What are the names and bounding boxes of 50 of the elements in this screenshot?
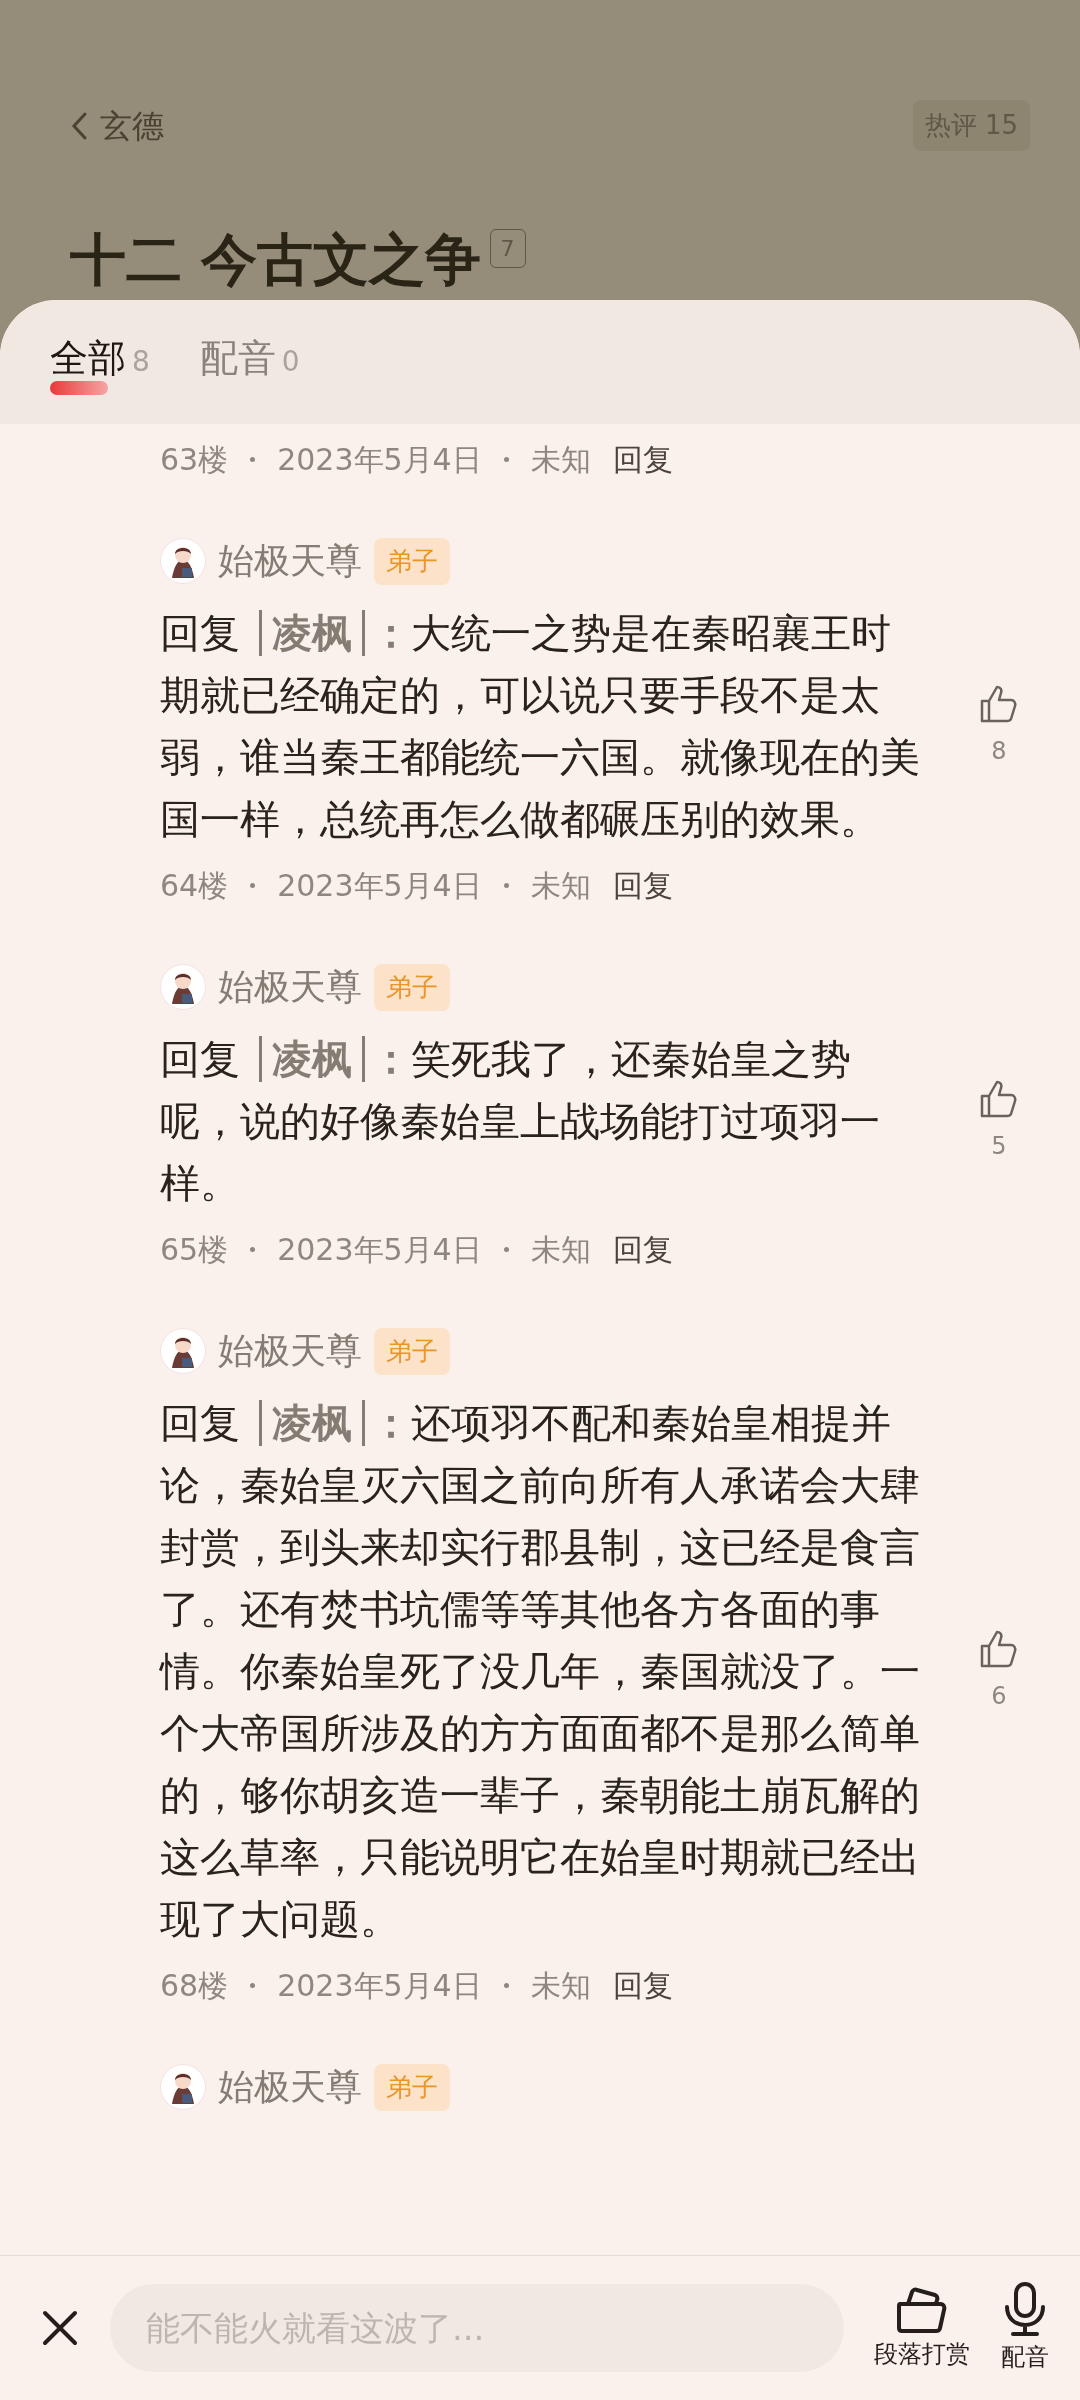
- avatar[interactable]: [160, 538, 206, 584]
- comment-text: 回复 凌枫 ：笑死我了，还秦始皇之势呢，说的好像秦始皇上战场能打过项羽一样。: [160, 1035, 881, 1208]
- location-text: 未知: [530, 866, 591, 905]
- reward-button[interactable]: 段落打赏: [874, 2284, 970, 2372]
- tab[interactable]: 配音 0: [199, 329, 300, 395]
- tab[interactable]: 全部 8: [50, 329, 150, 395]
- username[interactable]: 始极天尊: [218, 2060, 362, 2114]
- comment-text: 回复 凌枫 ：还项羽不配和秦始皇相提并论，秦始皇灭六国之前向所有人承诺会大肆封赏，到头来却实行郡县制，这已经是食言了。还有焚书坑儒等等其他各方各面的事情。你秦始皇死了没几年，秦国就没了。一个大帝国所涉及的方方面面都不是那么简单的，够你胡亥造一辈子，秦朝能土崩瓦解的这么草率，只能说明它在始皇时期就已经出现了大问题。: [160, 1399, 921, 1944]
- post-date: 2023年5月4日: [277, 866, 482, 905]
- location-text: 未知: [530, 1966, 591, 2005]
- location-text: 未知: [530, 1230, 591, 1269]
- floor-number: 63楼: [160, 440, 229, 479]
- reply-link[interactable]: 回复: [612, 1226, 673, 1272]
- separator-dot: [250, 1246, 256, 1252]
- back-link[interactable]: 玄德: [70, 101, 164, 150]
- separator-dot: [250, 882, 256, 888]
- post-date: 2023年5月4日: [277, 440, 482, 479]
- username[interactable]: 始极天尊: [218, 534, 362, 588]
- reply-link[interactable]: 回复: [612, 1962, 673, 2008]
- comment-text: 回复 凌枫 ：大统一之势是在秦昭襄王时期就已经确定的，可以说只要手段不是太弱，谁当秦王都能统一六国。就像现在的美国一样，总统再怎么做都碾压别的效果。: [160, 609, 921, 844]
- rank-tag: 弟子: [374, 963, 450, 1011]
- separator-dot: [503, 882, 509, 888]
- separator-dot: [503, 1982, 509, 1988]
- avatar[interactable]: [160, 1328, 206, 1374]
- chapter-title: 十二 今古文之争: [70, 229, 482, 291]
- separator-dot: [503, 456, 509, 462]
- floor-number: 64楼: [160, 866, 229, 905]
- separator-dot: [250, 456, 256, 462]
- floor-number: 68楼: [160, 1966, 229, 2005]
- rank-tag: 弟子: [374, 2063, 450, 2111]
- avatar[interactable]: [160, 964, 206, 1010]
- floor-number: 65楼: [160, 1230, 229, 1269]
- separator-dot: [250, 1982, 256, 1988]
- location-text: 未知: [530, 440, 591, 479]
- dub-button[interactable]: 配音: [1000, 2281, 1050, 2375]
- reply-link[interactable]: 回复: [612, 862, 673, 908]
- post-date: 2023年5月4日: [277, 1230, 482, 1269]
- avatar[interactable]: [160, 2064, 206, 2110]
- back-icon: [70, 110, 88, 141]
- username[interactable]: 始极天尊: [218, 960, 362, 1014]
- reply-link[interactable]: 回复: [612, 436, 673, 482]
- post-date: 2023年5月4日: [277, 1966, 482, 2005]
- like-button[interactable]: 6: [978, 1628, 1020, 1714]
- close-button[interactable]: [40, 2308, 80, 2348]
- like-button[interactable]: 5: [978, 1078, 1020, 1164]
- separator-dot: [503, 1246, 509, 1252]
- rank-tag: 弟子: [374, 537, 450, 585]
- rank-tag: 弟子: [374, 1327, 450, 1375]
- like-button[interactable]: 8: [978, 683, 1020, 769]
- username[interactable]: 始极天尊: [218, 1324, 362, 1378]
